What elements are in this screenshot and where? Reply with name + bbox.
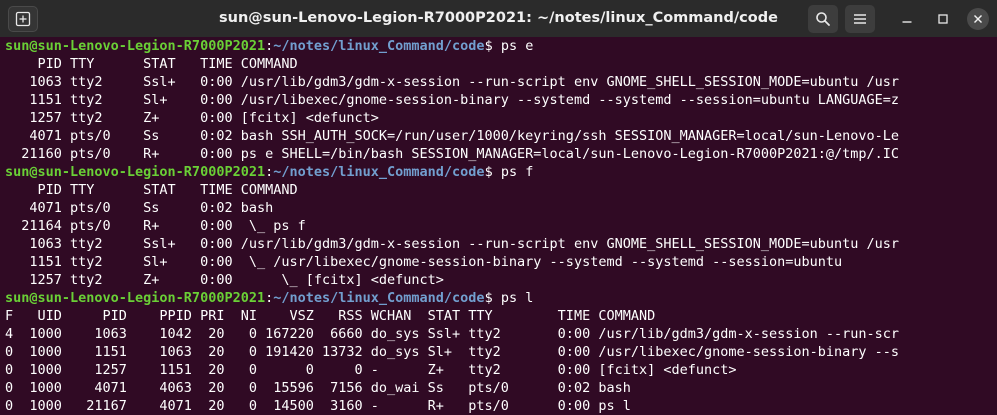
output-line: 21160 pts/0 R+ 0:00 ps e SHELL=/bin/bash… xyxy=(5,146,900,162)
output-line: F UID PID PPID PRI NI VSZ RSS WCHAN STAT… xyxy=(5,308,656,324)
search-button[interactable] xyxy=(808,5,838,33)
output-line: 4071 pts/0 Ss 0:02 bash xyxy=(5,200,274,216)
output-line: 0 1000 21167 4071 20 0 14500 3160 - R+ p… xyxy=(5,398,631,414)
output-line: 21164 pts/0 R+ 0:00 \_ ps f xyxy=(5,218,306,234)
output-line: 1151 tty2 Sl+ 0:00 \_ /usr/libexec/gnome… xyxy=(5,254,843,270)
prompt-path: ~/notes/linux_Command/code xyxy=(273,38,485,54)
minimize-icon xyxy=(902,14,912,24)
hamburger-menu-icon xyxy=(853,12,867,26)
output-line: 4 1000 1063 1042 20 0 167220 6660 do_sys… xyxy=(5,326,900,342)
output-line: 1257 tty2 Z+ 0:00 \_ [fcitx] <defunct> xyxy=(5,272,444,288)
close-icon xyxy=(973,14,983,24)
terminal-window: sun@sun-Lenovo-Legion-R7000P2021: ~/note… xyxy=(0,0,997,415)
output-line: 0 1000 4071 4063 20 0 15596 7156 do_wai … xyxy=(5,380,631,396)
prompt-line: sun@sun-Lenovo-Legion-R7000P2021:~/notes… xyxy=(5,290,534,306)
terminal-output[interactable]: sun@sun-Lenovo-Legion-R7000P2021:~/notes… xyxy=(0,37,997,415)
maximize-button[interactable] xyxy=(932,8,954,30)
output-line: 0 1000 1257 1151 20 0 0 0 - Z+ tty2 0:00… xyxy=(5,362,737,378)
search-icon xyxy=(815,11,831,27)
output-line: PID TTY STAT TIME COMMAND xyxy=(5,182,298,198)
maximize-icon xyxy=(938,14,948,24)
output-line: 4071 pts/0 Ss 0:02 bash SSH_AUTH_SOCK=/r… xyxy=(5,128,900,144)
menu-button[interactable] xyxy=(845,5,875,33)
output-line: 1063 tty2 Ssl+ 0:00 /usr/lib/gdm3/gdm-x-… xyxy=(5,236,900,252)
prompt-user-host: sun@sun-Lenovo-Legion-R7000P2021 xyxy=(5,38,266,54)
prompt-path: ~/notes/linux_Command/code xyxy=(273,290,485,306)
prompt-user-host: sun@sun-Lenovo-Legion-R7000P2021 xyxy=(5,164,266,180)
prompt-line: sun@sun-Lenovo-Legion-R7000P2021:~/notes… xyxy=(5,38,534,54)
command-text: ps l xyxy=(500,290,534,306)
command-text: ps e xyxy=(500,38,534,54)
title-bar[interactable]: sun@sun-Lenovo-Legion-R7000P2021: ~/note… xyxy=(0,0,997,37)
output-line: 1151 tty2 Sl+ 0:00 /usr/libexec/gnome-se… xyxy=(5,92,900,108)
prompt-line: sun@sun-Lenovo-Legion-R7000P2021:~/notes… xyxy=(5,164,534,180)
close-button[interactable] xyxy=(967,8,989,30)
output-line: PID TTY STAT TIME COMMAND xyxy=(5,56,298,72)
minimize-button[interactable] xyxy=(896,8,918,30)
output-line: 0 1000 1151 1063 20 0 191420 13732 do_sy… xyxy=(5,344,900,360)
output-line: 1257 tty2 Z+ 0:00 [fcitx] <defunct> xyxy=(5,110,379,126)
output-line: 1063 tty2 Ssl+ 0:00 /usr/lib/gdm3/gdm-x-… xyxy=(5,74,900,90)
prompt-path: ~/notes/linux_Command/code xyxy=(273,164,485,180)
command-text: ps f xyxy=(500,164,534,180)
prompt-user-host: sun@sun-Lenovo-Legion-R7000P2021 xyxy=(5,290,266,306)
